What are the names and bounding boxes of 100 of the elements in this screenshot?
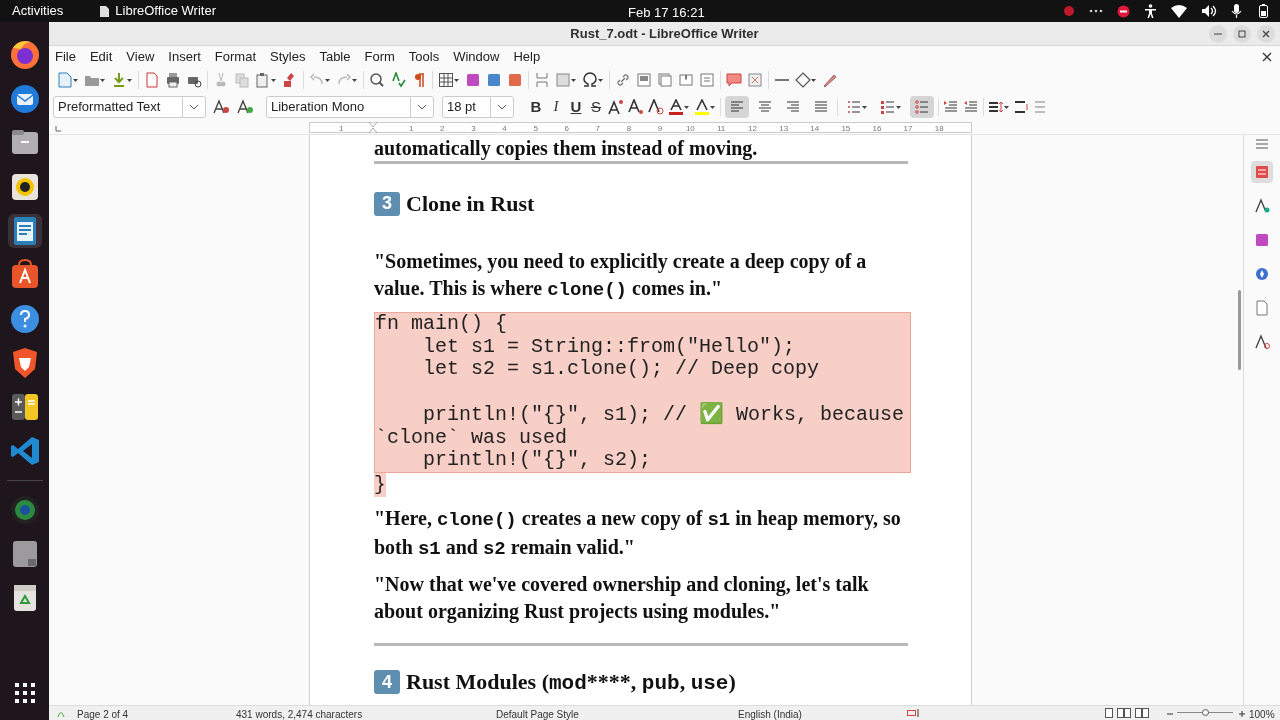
paragraph-text: "Sometimes, you need to explicitly create a deep copy of a value. This is where clone() comes in." (374, 249, 868, 303)
app-menu-label[interactable]: LibreOffice Writer (115, 1, 216, 21)
comment-icon[interactable] (726, 72, 742, 88)
new-style-icon[interactable] (236, 98, 254, 115)
decrease-indent-icon[interactable] (963, 98, 979, 115)
zoom-level[interactable]: 100% (1249, 707, 1275, 720)
battery-icon[interactable] (1259, 4, 1268, 18)
menu-item[interactable]: File (55, 47, 76, 67)
language[interactable]: English (India) (738, 707, 802, 720)
diamond-icon[interactable] (795, 72, 817, 88)
footnote-icon[interactable] (636, 72, 652, 88)
ruler-number: 2 (440, 123, 445, 135)
indent-marker-icon[interactable] (369, 122, 377, 133)
omega-icon[interactable] (582, 72, 604, 88)
code-line: let s2 = s1.clone(); // Deep copy (422, 358, 821, 382)
menu-item[interactable]: Table (319, 47, 351, 67)
book-view-icon[interactable] (1135, 708, 1149, 718)
font-color-icon[interactable] (668, 98, 690, 115)
paragraph-spacing-icon[interactable] (1014, 98, 1030, 115)
volume-icon[interactable] (1201, 4, 1217, 18)
font-size-field[interactable]: 18 pt (442, 95, 514, 118)
outline-list-icon[interactable] (910, 95, 934, 118)
minimize-icon[interactable] (1208, 24, 1228, 44)
increase-indent-icon[interactable] (943, 98, 959, 115)
ruler-number: 10 (685, 123, 695, 135)
link-icon[interactable] (615, 72, 631, 88)
close-icon[interactable] (1262, 52, 1272, 62)
record-icon[interactable] (1063, 5, 1075, 17)
accessibility-icon[interactable] (1144, 4, 1157, 18)
update-style-icon[interactable] (212, 98, 230, 115)
number-badge: 3 (374, 191, 400, 216)
track-changes-icon[interactable] (747, 72, 763, 88)
menu-item[interactable]: Tools (408, 47, 440, 67)
superscript-icon[interactable] (608, 98, 624, 115)
endnote-icon[interactable] (657, 72, 673, 88)
paste-icon[interactable] (255, 72, 277, 88)
wifi-icon[interactable] (1171, 4, 1187, 18)
multi-page-view-icon[interactable] (1117, 708, 1131, 718)
code-line: let s1 = String::from("Hello"); (422, 335, 797, 359)
writer-icon[interactable] (7, 214, 42, 248)
section-heading: Rust Modules (mod****, pub, use) (406, 667, 736, 697)
bookmark-icon[interactable] (678, 72, 694, 88)
code-line: fn main() { (375, 313, 509, 336)
code-line: `clone` was used (375, 426, 569, 450)
properties-icon[interactable] (1251, 161, 1273, 183)
menu-item[interactable]: Insert (168, 47, 201, 67)
document-icon (100, 5, 110, 17)
clear-formatting-icon[interactable] (648, 98, 664, 115)
menu-item[interactable]: Help (513, 47, 541, 67)
do-not-disturb-icon[interactable] (1117, 4, 1130, 18)
table-icon[interactable] (438, 72, 460, 88)
italic-button[interactable]: I (548, 99, 564, 114)
menu-item[interactable]: View (126, 47, 155, 67)
pen-icon[interactable] (822, 72, 838, 88)
page-style[interactable]: Default Page Style (496, 707, 579, 720)
highlighting-icon[interactable] (694, 98, 716, 115)
menu-item[interactable]: Form (364, 47, 395, 67)
page-count[interactable]: Page 2 of 4 (77, 707, 129, 720)
pdf-icon[interactable] (144, 72, 160, 88)
text-box-icon[interactable] (507, 72, 523, 88)
clock[interactable]: Feb 17 16:21 (628, 3, 705, 23)
menu-item[interactable]: Styles (270, 47, 306, 67)
zoom-in-icon[interactable] (1239, 711, 1245, 717)
bold-button[interactable]: B (528, 99, 544, 114)
spelling-icon[interactable] (390, 72, 406, 88)
scrollbar-thumb[interactable] (1238, 290, 1241, 370)
menu-item[interactable]: Window (453, 47, 500, 67)
ruler-number: 6 (564, 123, 569, 135)
ruler-number: 8 (626, 123, 632, 135)
selection-mode-icon[interactable] (907, 709, 921, 717)
section-heading: Clone in Rust (406, 190, 535, 218)
tab-stop-icon[interactable] (55, 126, 61, 132)
menu-item[interactable]: Edit (89, 47, 113, 67)
ruler-number: 16 (872, 123, 882, 135)
strike-button[interactable]: S (588, 99, 604, 114)
menu-item[interactable]: Format (214, 47, 256, 67)
zoom-slider-thumb[interactable] (1201, 709, 1209, 716)
image-icon[interactable] (465, 72, 481, 88)
app-grid-icon[interactable] (13, 682, 36, 704)
code-line: println!("{}", s1); // ✅ Works, because (422, 403, 906, 427)
menu-icon[interactable] (1256, 139, 1268, 149)
field-icon[interactable] (555, 72, 577, 88)
close-icon[interactable] (1256, 24, 1276, 44)
font-name-field[interactable]: Liberation Mono (266, 95, 434, 118)
paragraph-text: "Now that we've covered ownership and cloning, let's talk about organizing Rust projects using modules." (374, 571, 870, 625)
align-left-icon[interactable] (725, 95, 749, 118)
chart-icon[interactable] (486, 72, 502, 88)
ruler-number: 4 (502, 123, 507, 135)
single-page-view-icon[interactable] (1105, 708, 1113, 718)
paragraph-style-field[interactable]: Preformatted Text (53, 95, 206, 118)
printer-icon[interactable] (165, 72, 181, 88)
find-replace-icon[interactable] (369, 72, 385, 88)
subscript-icon[interactable] (628, 98, 644, 115)
ruler-number: 12 (748, 123, 757, 135)
download-icon[interactable] (111, 72, 133, 88)
activities-button[interactable]: Activities (12, 1, 64, 21)
new-document-icon[interactable] (57, 72, 79, 88)
underline-button[interactable]: U (568, 99, 584, 114)
zoom-out-icon[interactable] (1167, 711, 1173, 717)
word-count[interactable]: 431 words, 2,474 characters (236, 707, 363, 720)
